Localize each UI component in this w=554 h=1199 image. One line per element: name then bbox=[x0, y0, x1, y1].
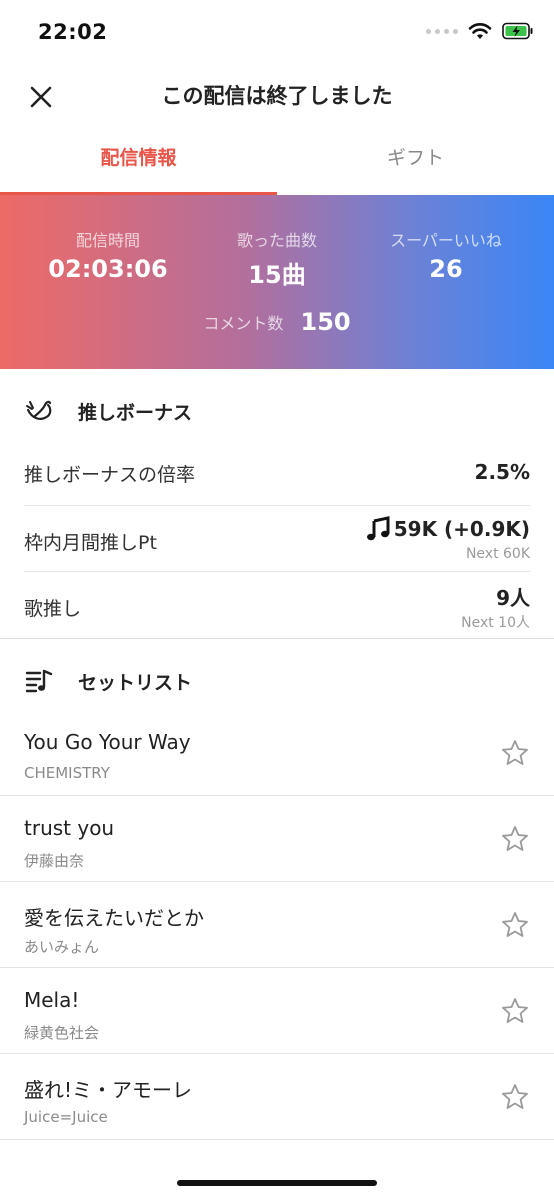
oshi-bonus-rate-label: 推しボーナスの倍率 bbox=[24, 464, 196, 486]
song-artist: CHEMISTRY bbox=[24, 764, 110, 782]
star-icon[interactable] bbox=[500, 1082, 530, 1112]
song-artist: 緑黄色社会 bbox=[24, 1024, 100, 1042]
stat-comments-label: コメント数 bbox=[203, 314, 284, 333]
monthly-oshi-pt-next: Next 60K bbox=[465, 546, 530, 562]
monthly-oshi-pt-value: 59K (+0.9K) bbox=[393, 517, 530, 541]
wifi-icon bbox=[468, 23, 492, 39]
stat-duration-value: 02:03:06 bbox=[48, 255, 168, 283]
song-artist: Juice=Juice bbox=[24, 1108, 108, 1126]
stats-banner: 配信時間 02:03:06 歌った曲数 15曲 スーパーいいね 26 コメント数… bbox=[0, 195, 554, 369]
stat-duration: 配信時間 02:03:06 bbox=[16, 227, 200, 283]
star-icon[interactable] bbox=[500, 996, 530, 1026]
song-artist: あいみょん bbox=[24, 938, 100, 956]
cellular-signal-icon bbox=[426, 28, 458, 34]
star-icon[interactable] bbox=[500, 910, 530, 940]
stat-duration-label: 配信時間 bbox=[75, 231, 140, 250]
star-icon[interactable] bbox=[500, 824, 530, 854]
song-title: Mela! bbox=[24, 988, 80, 1012]
status-bar: 22:02 bbox=[0, 0, 554, 70]
song-title: You Go Your Way bbox=[24, 730, 191, 754]
stat-comments-value: 150 bbox=[300, 308, 351, 336]
song-title: 盛れ!ミ・アモーレ bbox=[24, 1078, 193, 1102]
monthly-oshi-pt-row: 枠内月間推しPt 59K (+0.9K) Next 60K bbox=[0, 506, 554, 572]
list-item[interactable]: trust you 伊藤由奈 bbox=[0, 796, 554, 882]
oshi-bonus-title: 推しボーナス bbox=[78, 402, 193, 424]
tab-bar: 配信情報 ギフト bbox=[0, 132, 554, 196]
list-item[interactable]: You Go Your Way CHEMISTRY bbox=[0, 710, 554, 796]
song-oshi-label: 歌推し bbox=[24, 598, 82, 620]
song-oshi-value: 9人 bbox=[496, 586, 530, 610]
list-item[interactable]: Mela! 緑黄色社会 bbox=[0, 968, 554, 1054]
stat-super-like-label: スーパーいいね bbox=[390, 231, 502, 250]
status-icons bbox=[426, 22, 534, 40]
setlist-header: セットリスト bbox=[0, 644, 554, 714]
nav-bar: この配信は終了しました bbox=[0, 70, 554, 122]
music-note-icon bbox=[366, 516, 390, 541]
song-title: 愛を伝えたいだとか bbox=[24, 906, 204, 930]
monthly-oshi-pt-label: 枠内月間推しPt bbox=[24, 532, 157, 554]
stat-super-like: スーパーいいね 26 bbox=[354, 227, 538, 283]
list-item[interactable]: 盛れ!ミ・アモーレ Juice=Juice bbox=[0, 1054, 554, 1140]
song-oshi-row: 歌推し 9人 Next 10人 bbox=[0, 572, 554, 638]
song-title: trust you bbox=[24, 816, 115, 840]
oshi-bonus-header: 推しボーナス bbox=[0, 374, 554, 444]
list-item[interactable]: 愛を伝えたいだとか あいみょん bbox=[0, 882, 554, 968]
stat-songs: 歌った曲数 15曲 bbox=[185, 227, 369, 290]
battery-charging-icon bbox=[502, 22, 533, 40]
setlist-title: セットリスト bbox=[78, 672, 193, 694]
oshi-bonus-rate-value: 2.5% bbox=[474, 460, 530, 484]
page-title: この配信は終了しました bbox=[161, 84, 393, 108]
swan-icon bbox=[26, 400, 52, 420]
stat-comments: コメント数 150 bbox=[0, 308, 554, 336]
playlist-icon bbox=[25, 669, 53, 693]
star-icon[interactable] bbox=[500, 738, 530, 768]
home-indicator[interactable] bbox=[177, 1180, 377, 1186]
song-oshi-next: Next 10人 bbox=[461, 615, 530, 631]
tab-stream-info[interactable]: 配信情報 bbox=[0, 132, 277, 192]
stat-songs-label: 歌った曲数 bbox=[236, 231, 317, 250]
song-artist: 伊藤由奈 bbox=[24, 852, 85, 870]
monthly-oshi-pt-value-wrap: 59K (+0.9K) bbox=[366, 516, 530, 542]
stat-songs-value: 15曲 bbox=[248, 261, 306, 289]
status-time: 22:02 bbox=[38, 20, 108, 44]
tab-gift[interactable]: ギフト bbox=[277, 132, 554, 192]
oshi-bonus-rate-row: 推しボーナスの倍率 2.5% bbox=[0, 440, 554, 506]
stat-super-like-value: 26 bbox=[429, 255, 463, 283]
